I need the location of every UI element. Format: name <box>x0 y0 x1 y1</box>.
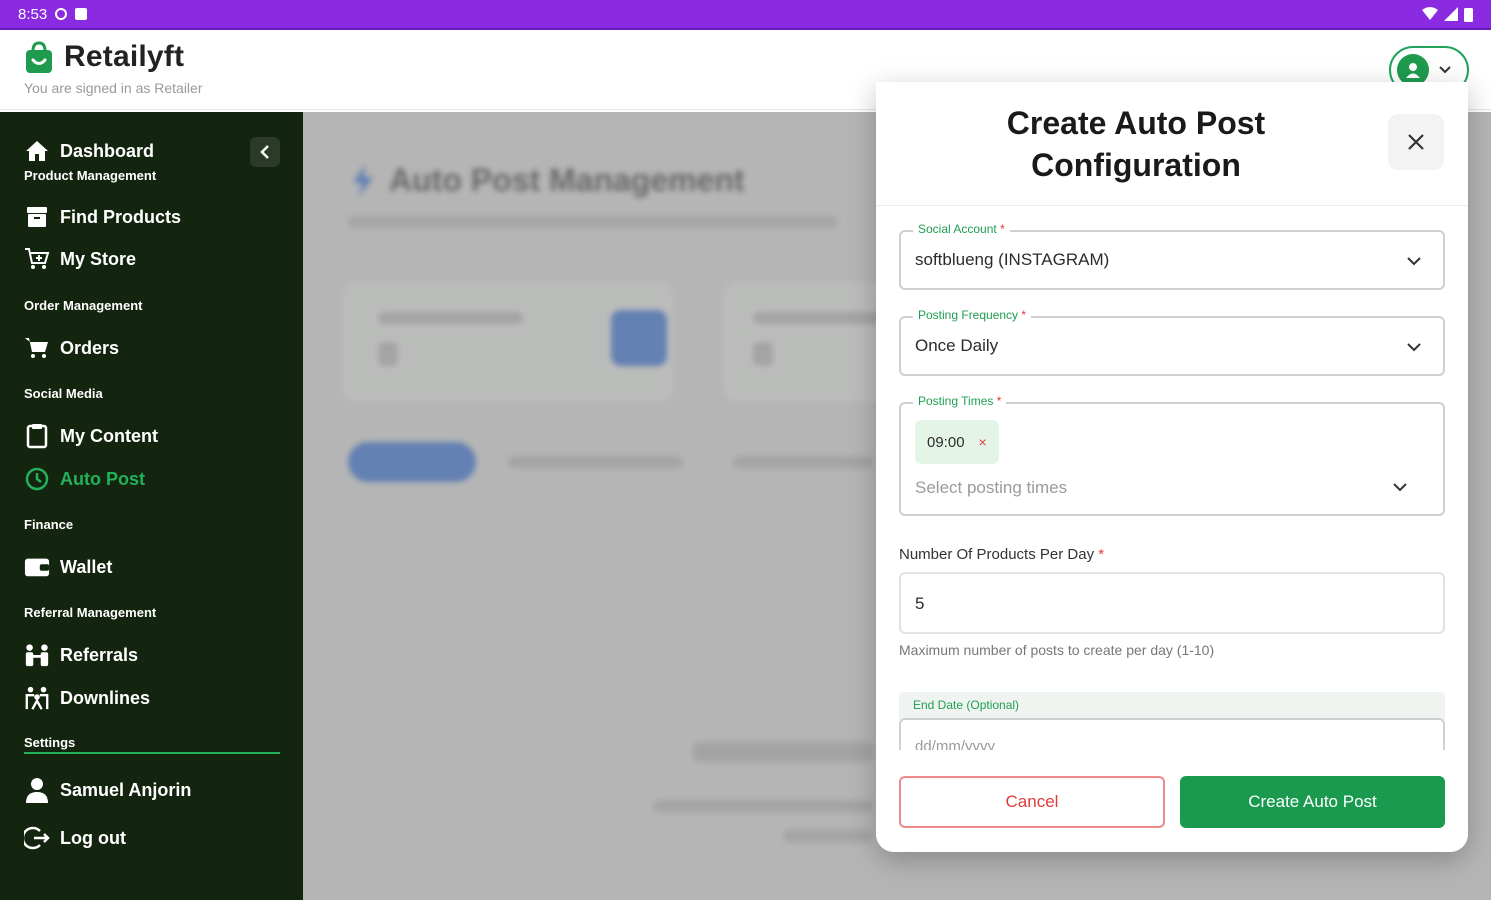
remove-chip-button[interactable]: × <box>979 434 987 450</box>
posting-times-label: Posting Times * <box>913 394 1007 408</box>
cart-add-icon <box>24 246 50 272</box>
sidebar-item-label: Orders <box>60 337 120 358</box>
chip-label: 09:00 <box>927 433 965 451</box>
signal-icon <box>1444 7 1458 21</box>
create-auto-post-dialog: Create Auto Post Configuration Social Ac… <box>876 82 1468 852</box>
field-label-text: Social Account <box>918 222 997 236</box>
section-settings: Settings <box>24 735 76 750</box>
close-icon <box>1408 134 1424 150</box>
required-mark: * <box>1000 222 1005 236</box>
products-per-day-helper: Maximum number of posts to create per da… <box>899 642 1215 658</box>
do-not-disturb-icon <box>55 8 68 20</box>
required-mark: * <box>1021 308 1027 322</box>
cart-icon <box>24 335 50 361</box>
field-label-text: Posting Frequency <box>918 308 1019 322</box>
sidebar-item-label: My Store <box>60 248 137 269</box>
sidebar-item-label: My Content <box>60 425 158 446</box>
sidebar-item-label: Downlines <box>60 687 151 708</box>
shopping-bag-logo-icon <box>26 41 52 73</box>
sidebar-item-my-content[interactable]: My Content <box>24 423 158 449</box>
section-social-media: Social Media <box>24 386 103 401</box>
section-finance: Finance <box>24 517 74 532</box>
brand-name: Retailyft <box>64 40 185 73</box>
posting-time-chip: 09:00 × <box>915 420 999 464</box>
posting-times-placeholder: Select posting times <box>915 478 1068 497</box>
home-icon <box>24 138 50 164</box>
products-per-day-input[interactable]: 5 <box>899 572 1445 634</box>
system-status-bar: 8:53 <box>0 0 1491 30</box>
posting-times-multiselect[interactable]: Posting Times * 09:00 × Select posting t… <box>899 394 1445 516</box>
dialog-header: Create Auto Post Configuration <box>876 82 1468 206</box>
chevron-down-icon <box>1407 343 1421 352</box>
sidebar-item-dashboard[interactable]: Dashboard <box>24 138 154 164</box>
section-product-management: Product Management <box>24 168 157 183</box>
sidebar-item-auto-post[interactable]: Auto Post <box>24 466 145 492</box>
wifi-icon <box>1422 7 1438 20</box>
sidebar-item-wallet[interactable]: Wallet <box>24 554 112 580</box>
clipboard-icon <box>24 423 50 449</box>
field-label-text: Number Of Products Per Day <box>899 546 1095 563</box>
logout-icon <box>24 825 50 851</box>
sidebar: Dashboard Product Management Find Produc… <box>0 112 303 900</box>
archive-box-icon <box>24 204 50 230</box>
collapse-sidebar-button[interactable] <box>250 137 280 167</box>
battery-icon <box>1464 7 1473 22</box>
sidebar-item-label: Samuel Anjorin <box>60 779 192 800</box>
dialog-title: Create Auto Post Configuration <box>1006 105 1266 183</box>
sidebar-item-orders[interactable]: Orders <box>24 335 119 361</box>
section-referral-management: Referral Management <box>24 605 157 620</box>
sidebar-item-label: Referrals <box>60 644 139 665</box>
chevron-down-icon <box>1439 66 1451 74</box>
sidebar-item-logout[interactable]: Log out <box>24 825 126 851</box>
products-per-day-label: Number Of Products Per Day * <box>899 546 1104 563</box>
sidebar-item-label: Dashboard <box>60 140 155 161</box>
sidebar-item-referrals[interactable]: Referrals <box>24 642 138 668</box>
status-time: 8:53 <box>18 5 48 23</box>
dialog-footer: Cancel Create Auto Post <box>876 750 1468 852</box>
sidebar-item-label: Auto Post <box>60 468 145 489</box>
chevron-left-icon <box>260 145 269 159</box>
clock-icon <box>24 466 50 492</box>
sidebar-item-find-products[interactable]: Find Products <box>24 204 181 230</box>
people-handshake-icon <box>24 642 50 668</box>
field-label-text: Posting Times <box>918 394 994 408</box>
team-icon <box>24 685 50 711</box>
end-date-label: End Date (Optional) <box>913 698 1020 712</box>
signed-in-caption: You are signed in as Retailer <box>24 80 203 96</box>
cancel-button[interactable]: Cancel <box>899 776 1165 828</box>
social-account-label: Social Account * <box>913 222 1010 236</box>
required-mark: * <box>996 394 1002 408</box>
required-mark: * <box>1098 546 1105 563</box>
social-account-select[interactable]: Social Account * softblueng (INSTAGRAM) <box>899 222 1445 290</box>
posting-frequency-label: Posting Frequency * <box>913 308 1032 322</box>
wallet-icon <box>24 554 50 580</box>
sidebar-item-downlines[interactable]: Downlines <box>24 685 150 711</box>
sidebar-item-my-store[interactable]: My Store <box>24 246 136 272</box>
app-logo[interactable]: Retailyft <box>24 40 184 74</box>
sidebar-item-label: Find Products <box>60 206 181 227</box>
products-per-day-value: 5 <box>915 594 925 613</box>
sidebar-item-profile[interactable]: Samuel Anjorin <box>24 777 191 803</box>
settings-divider <box>24 752 280 754</box>
close-dialog-button[interactable] <box>1388 114 1444 170</box>
sidebar-item-label: Log out <box>60 827 126 848</box>
social-account-value: softblueng (INSTAGRAM) <box>915 250 1110 269</box>
chevron-down-icon <box>1407 257 1421 266</box>
person-icon <box>24 777 50 803</box>
create-auto-post-button[interactable]: Create Auto Post <box>1180 776 1445 828</box>
notification-icon <box>75 8 88 20</box>
posting-frequency-select[interactable]: Posting Frequency * Once Daily <box>899 308 1445 376</box>
chevron-down-icon <box>1393 483 1407 492</box>
posting-frequency-value: Once Daily <box>915 336 999 355</box>
end-date-label-bar: End Date (Optional) <box>899 692 1445 720</box>
sidebar-item-label: Wallet <box>60 556 113 577</box>
section-order-management: Order Management <box>24 298 143 313</box>
